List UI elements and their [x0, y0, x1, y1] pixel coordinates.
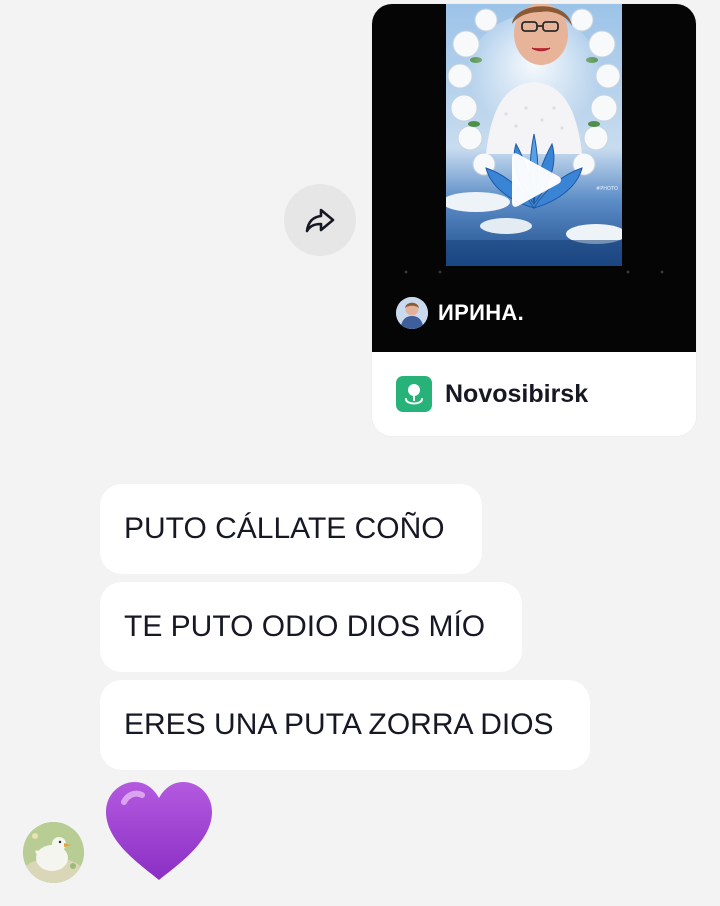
video-thumbnail-area[interactable]: #PHOTO ИРИНА.: [372, 4, 696, 352]
shared-video-card[interactable]: #PHOTO ИРИНА. Novosibirsk: [372, 4, 696, 436]
message-bubble[interactable]: PUTO CÁLLATE COÑO: [100, 484, 482, 574]
play-icon[interactable]: [508, 150, 564, 210]
video-author-name[interactable]: ИРИНА.: [438, 300, 524, 326]
message-text: ERES UNA PUTA ZORRA DIOS: [124, 708, 554, 741]
share-button[interactable]: [284, 184, 356, 256]
message-bubble[interactable]: ERES UNA PUTA ZORRA DIOS: [100, 680, 590, 770]
video-author-row[interactable]: ИРИНА.: [396, 296, 524, 330]
location-pin-icon: [396, 376, 432, 412]
message-text: TE PUTO ODIO DIOS MÍO: [124, 610, 486, 643]
location-row[interactable]: Novosibirsk: [372, 352, 696, 436]
chat-conversation: #PHOTO ИРИНА. Novosibirsk PUTO CÁLLATE C…: [0, 0, 720, 906]
video-progress-dots: [404, 270, 664, 274]
message-bubble[interactable]: TE PUTO ODIO DIOS MÍO: [100, 582, 522, 672]
purple-heart-icon[interactable]: [102, 780, 216, 884]
avatar[interactable]: [23, 822, 84, 883]
share-arrow-icon: [305, 208, 335, 233]
svg-text:#PHOTO: #PHOTO: [596, 186, 618, 192]
message-text: PUTO CÁLLATE COÑO: [124, 512, 445, 545]
location-name: Novosibirsk: [445, 379, 589, 408]
author-avatar[interactable]: [396, 297, 428, 329]
video-thumbnail: #PHOTO: [446, 4, 622, 266]
